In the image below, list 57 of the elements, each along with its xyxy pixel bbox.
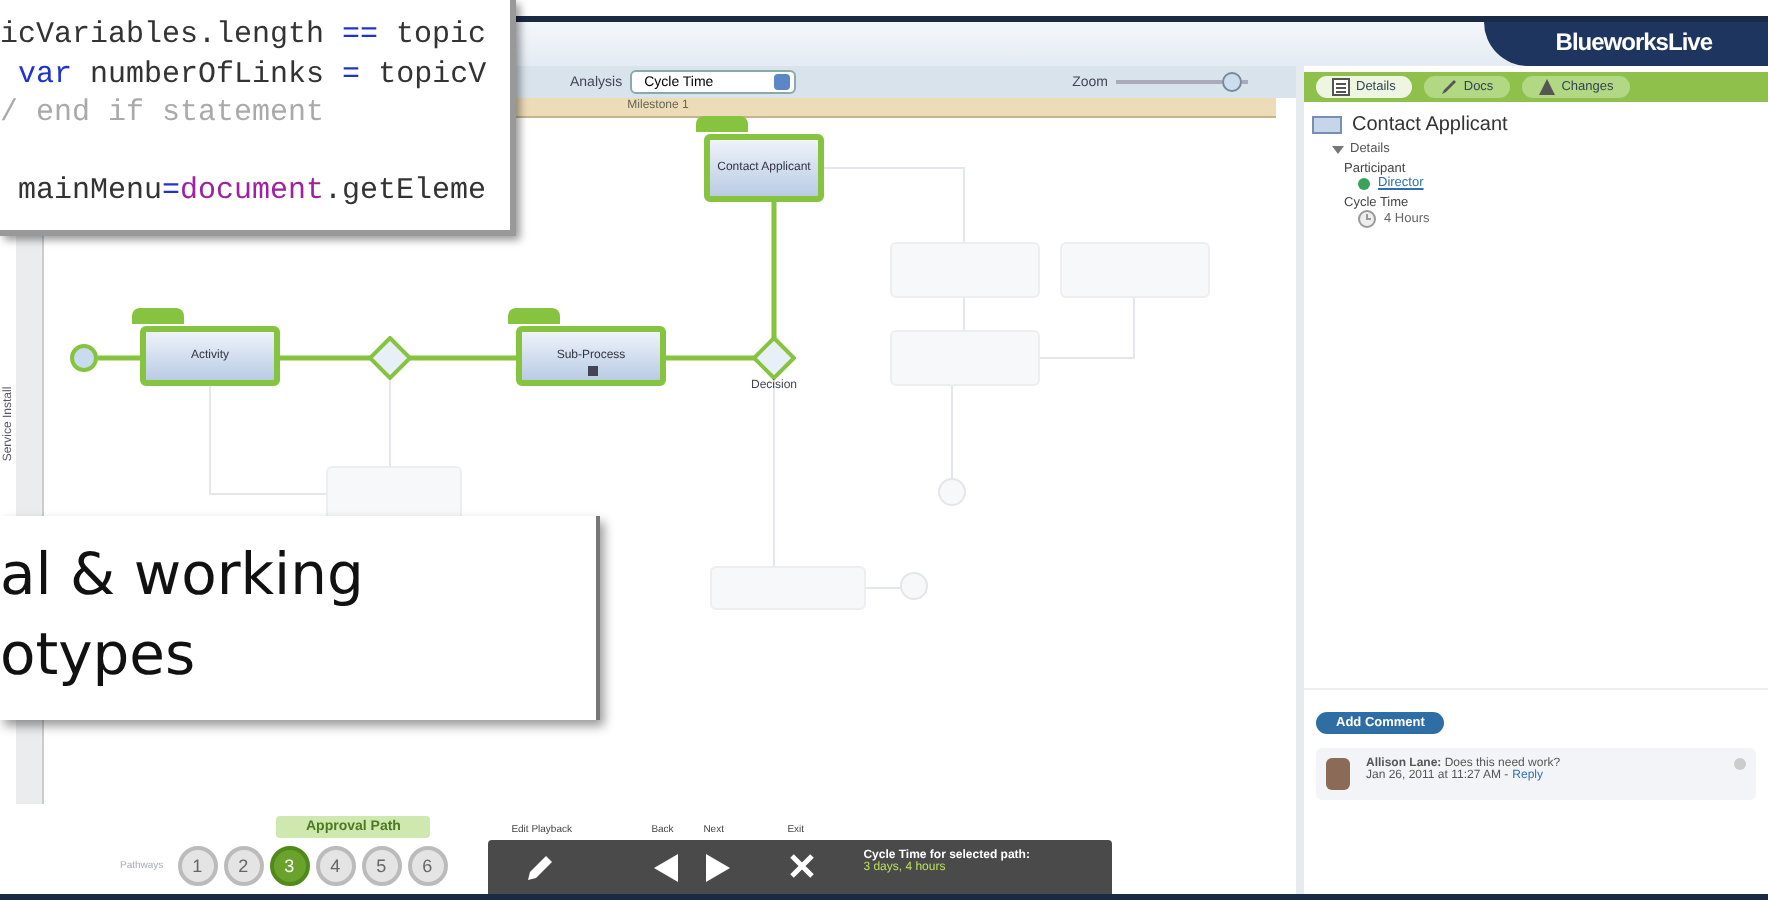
code-token: = (342, 57, 361, 91)
pencil-icon[interactable] (523, 852, 556, 884)
list-icon (1332, 78, 1350, 96)
code-token: == (342, 18, 379, 52)
code-token: .getEleme (324, 174, 487, 208)
task-icon (1312, 116, 1342, 134)
code-token: icVariables.length (0, 18, 327, 52)
connector-line (823, 167, 965, 243)
code-token: = (162, 174, 181, 208)
connector-line (209, 385, 327, 495)
role-tag (132, 308, 184, 324)
code-token: mainMenu (16, 174, 163, 208)
logo: BlueworksLive (1483, 22, 1768, 66)
subprocess-icon (587, 366, 597, 376)
panel-title: Contact Applicant (1352, 114, 1508, 136)
end-event[interactable] (938, 478, 966, 506)
gateway-diamond[interactable] (752, 336, 796, 380)
path-button[interactable]: 4 (315, 846, 356, 886)
path-button[interactable]: 6 (407, 846, 448, 886)
start-event[interactable] (70, 344, 98, 372)
dropdown-icon (773, 74, 790, 90)
connector-line (280, 355, 370, 361)
process-task[interactable] (1060, 242, 1210, 298)
path-button[interactable]: 1 (177, 846, 218, 886)
code-token: var (16, 57, 73, 91)
connector-line (410, 355, 516, 361)
connector-line (666, 355, 754, 361)
zoom-slider-thumb[interactable] (1222, 72, 1243, 92)
path-button[interactable]: 5 (361, 846, 402, 886)
code-token: document (180, 174, 325, 208)
clock-icon (1358, 210, 1376, 228)
warning-icon (1537, 78, 1556, 96)
caption-line: otypes (0, 618, 198, 692)
avatar-placeholder (1326, 758, 1350, 790)
connector-line (771, 202, 777, 338)
process-task[interactable] (890, 242, 1040, 298)
role-tag (508, 308, 560, 324)
connector-line (98, 355, 140, 361)
options-icon[interactable] (1734, 758, 1746, 770)
code-token: topic (394, 18, 487, 52)
pencil-icon (1439, 78, 1458, 96)
code-token: topicV (376, 57, 487, 91)
gateway-diamond[interactable] (368, 336, 412, 380)
code-token: numberOfLinks (88, 57, 327, 91)
expanded-triangle-icon[interactable] (1332, 143, 1344, 155)
next-arrow-icon[interactable] (703, 852, 732, 884)
role-tag (696, 116, 748, 132)
caption-line: al & working (0, 538, 366, 612)
connector-line (1039, 297, 1135, 359)
path-button[interactable]: 2 (223, 846, 264, 886)
back-arrow-icon[interactable] (651, 852, 680, 884)
process-task[interactable] (890, 330, 1040, 386)
participant-dot-icon (1358, 177, 1370, 189)
path-button[interactable]: 3 (269, 846, 310, 886)
process-task[interactable] (710, 566, 866, 610)
close-icon[interactable] (787, 852, 816, 880)
end-event[interactable] (900, 572, 928, 600)
